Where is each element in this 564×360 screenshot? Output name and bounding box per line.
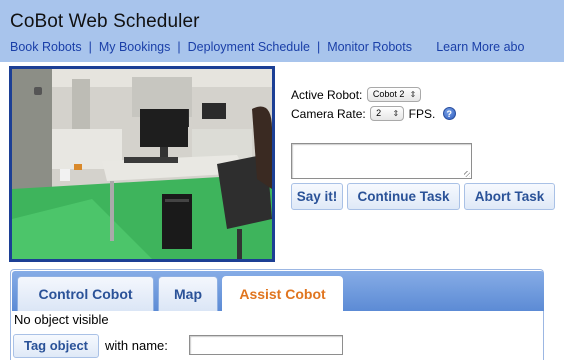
tab-assist-cobot[interactable]: Assist Cobot: [222, 276, 343, 311]
nav-my-bookings[interactable]: My Bookings: [99, 40, 171, 54]
camera-rate-row: Camera Rate: 2 ⇕ FPS. ?: [291, 105, 456, 123]
camera-rate-select[interactable]: 2 ⇕: [370, 106, 405, 122]
continue-task-button[interactable]: Continue Task: [347, 183, 460, 210]
nav-monitor-robots[interactable]: Monitor Robots: [327, 40, 412, 54]
camera-feed: [9, 66, 275, 262]
app-title: CoBot Web Scheduler: [10, 11, 200, 32]
camera-rate-label: Camera Rate:: [291, 107, 366, 121]
nav-separator: |: [88, 40, 92, 54]
active-robot-label: Active Robot:: [291, 88, 363, 102]
nav-book-robots[interactable]: Book Robots: [10, 40, 82, 54]
say-it-button[interactable]: Say it!: [291, 183, 343, 210]
abort-task-button[interactable]: Abort Task: [464, 183, 555, 210]
tag-object-button[interactable]: Tag object: [13, 334, 99, 358]
tab-control-cobot[interactable]: Control Cobot: [17, 276, 154, 311]
tab-bar: Control Cobot Map Assist Cobot: [12, 271, 544, 311]
header-bar: CoBot Web Scheduler Book Robots | My Booki…: [0, 0, 564, 62]
nav-learn-more[interactable]: Learn More abo: [436, 40, 524, 54]
help-icon[interactable]: ?: [442, 107, 456, 121]
camera-rate-value: 2: [376, 108, 382, 119]
nav-separator: |: [316, 40, 321, 54]
nav-separator: |: [177, 40, 181, 54]
select-arrows-icon: ⇕: [392, 109, 400, 119]
active-robot-row: Active Robot: Cobot 2 ⇕: [291, 86, 422, 104]
fps-label: FPS.: [408, 107, 436, 121]
active-robot-value: Cobot 2: [372, 89, 405, 100]
with-name-label: with name:: [105, 338, 168, 353]
speech-textarea[interactable]: [291, 143, 472, 179]
camera-image: [12, 69, 272, 259]
nav-deployment-schedule[interactable]: Deployment Schedule: [188, 40, 310, 54]
select-arrows-icon: ⇕: [409, 90, 417, 100]
object-status: No object visible: [14, 312, 109, 327]
active-robot-select[interactable]: Cobot 2 ⇕: [366, 87, 422, 103]
object-name-input[interactable]: [189, 335, 343, 355]
resize-grip-icon[interactable]: [464, 171, 470, 177]
nav-links: Book Robots | My Bookings | Deployment Sched…: [10, 40, 524, 54]
tab-map[interactable]: Map: [158, 276, 218, 311]
